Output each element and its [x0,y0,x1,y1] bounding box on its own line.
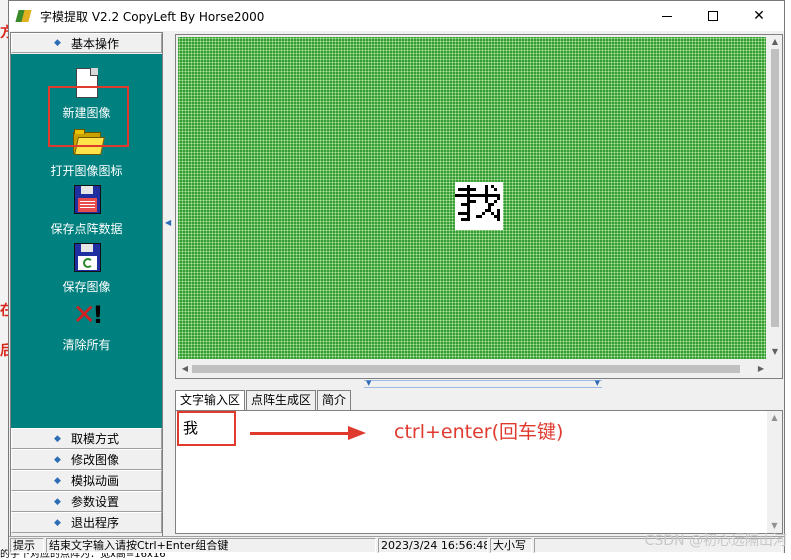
status-caps: 大小写 [490,538,532,553]
background-desktop-strip: 方 在 后 [0,0,8,560]
splitter-arrow-icon[interactable]: ▼ [366,379,371,387]
background-red-glyph: 在 [0,303,8,319]
close-button[interactable]: ✕ [736,1,782,31]
diamond-icon: ◆ [54,433,61,444]
title-bar[interactable]: 字模提取 V2.2 CopyLeft By Horse2000 ✕ [9,1,784,31]
menu-item-label: 取模方式 [70,432,119,446]
tool-label: 保存点阵数据 [50,222,123,236]
horizontal-splitter[interactable]: ▼ ▼ [364,379,602,388]
app-window: 字模提取 V2.2 CopyLeft By Horse2000 ✕ ◆ 基本操作… [8,0,785,553]
dot-matrix-glyph [455,182,503,230]
background-red-glyph: 方 [0,25,8,41]
tab-dot-output[interactable]: 点阵生成区 [246,390,317,410]
annotation-arrow-line [250,432,350,435]
tool-label: 清除所有 [62,338,111,352]
tool-save-dot-data[interactable]: 保存点阵数据 [11,184,162,237]
minimize-icon [662,15,672,17]
diamond-icon: ◆ [54,475,61,486]
annotation-text: ctrl+enter(回车键) [394,421,564,443]
dot-matrix-grid[interactable] [178,37,766,359]
scroll-thumb[interactable] [771,49,779,327]
annotation-highlight-box [177,411,236,446]
scroll-up-icon[interactable]: ▲ [767,411,782,425]
glyph-bitmap [455,185,500,221]
diamond-icon: ◆ [54,454,61,465]
menu-item-label: 参数设置 [70,495,119,509]
tool-save-image[interactable]: 保存图像 [11,242,162,295]
window-title: 字模提取 V2.2 CopyLeft By Horse2000 [40,9,265,24]
diamond-icon: ◆ [54,517,61,528]
tool-area: 新建图像 打开图像图标 保存点阵数据 保存图像 ✕! 清除所有 [11,54,162,428]
menu-item-settings[interactable]: ◆ 参数设置 [11,491,162,512]
group-header-basic-ops[interactable]: ◆ 基本操作 [11,33,162,53]
splitter-arrow-icon[interactable]: ▼ [595,379,600,387]
maximize-icon [708,11,718,21]
menu-item-label: 退出程序 [70,516,119,530]
scroll-right-icon[interactable]: ▶ [754,361,768,376]
scroll-left-icon[interactable]: ◀ [178,361,192,376]
maximize-button[interactable] [690,1,736,31]
menu-item-label: 修改图像 [70,453,119,467]
scroll-down-icon[interactable]: ▼ [768,345,782,359]
app-logo-icon [15,8,32,24]
splitter-arrow-icon[interactable]: ◀ [165,217,171,229]
canvas-vertical-scrollbar[interactable]: ▲ ▼ [768,35,782,361]
close-icon: ✕ [753,8,765,24]
diamond-icon: ◆ [54,496,61,507]
watermark: CSDN @初心远隔山河 [644,533,787,549]
canvas-horizontal-scrollbar[interactable]: ◀ ▶ [178,361,768,376]
floppy-recycle-icon [71,242,103,274]
tab-text-input[interactable]: 文字输入区 [175,390,246,411]
menu-item-edit-image[interactable]: ◆ 修改图像 [11,449,162,470]
minimize-button[interactable] [644,1,690,31]
menu-item-animation[interactable]: ◆ 模拟动画 [11,470,162,491]
tool-label: 保存图像 [62,280,111,294]
tool-label: 打开图像图标 [50,164,123,178]
tab-bar: 文字输入区 点阵生成区 简介 [175,390,352,411]
floppy-save-icon [71,184,103,216]
group-header-label: 基本操作 [70,36,119,51]
diamond-icon: ◆ [54,38,61,48]
background-red-glyph: 后 [0,343,8,359]
vertical-splitter[interactable]: ◀ [164,32,172,537]
scroll-thumb[interactable] [192,365,740,373]
clear-all-icon: ✕! [72,298,104,331]
menu-item-label: 模拟动画 [70,474,119,488]
tool-clear-all[interactable]: ✕! 清除所有 [11,300,162,353]
annotation-highlight-box [48,86,129,147]
status-hint: 提示 [10,538,44,553]
menu-item-exit[interactable]: ◆ 退出程序 [11,512,162,533]
annotation-arrow-head-icon [348,426,366,440]
status-time: 2023/3/24 16:56:48 [378,538,488,553]
text-vertical-scrollbar[interactable]: ▲ ▼ [767,411,782,533]
status-message: 结束文字输入请按Ctrl+Enter组合键 [46,538,376,553]
menu-item-mode[interactable]: ◆ 取模方式 [11,428,162,449]
scroll-up-icon[interactable]: ▲ [768,35,782,49]
tab-intro[interactable]: 简介 [317,390,352,410]
left-panel: ◆ 基本操作 新建图像 打开图像图标 保存点阵数据 保存图像 ✕! 清除所有 ◆… [10,32,163,537]
dot-matrix-canvas-frame: ▲ ▼ ◀ ▶ [175,34,783,379]
